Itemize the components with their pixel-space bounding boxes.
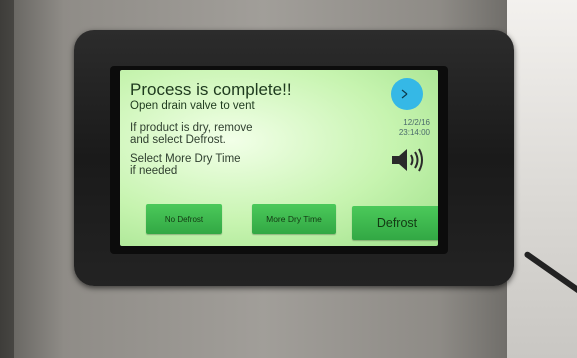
speaker-icon[interactable] [390, 146, 426, 179]
instruction-line-1: If product is dry, remove [130, 122, 253, 134]
status-title: Process is complete!! [130, 80, 292, 99]
instruction-line-2: and select Defrost. [130, 134, 226, 146]
photo-background: Process is complete!! Open drain valve t… [0, 0, 577, 358]
display-bezel: Process is complete!! Open drain valve t… [74, 30, 514, 286]
screen-frame: Process is complete!! Open drain valve t… [110, 66, 448, 254]
more-dry-time-button[interactable]: More Dry Time [252, 204, 336, 234]
status-subtitle: Open drain valve to vent [130, 100, 255, 112]
no-defrost-button[interactable]: No Defrost [146, 204, 222, 234]
date-text: 12/2/16 [403, 118, 430, 127]
defrost-button[interactable]: Defrost [352, 206, 438, 240]
time-text: 23:14:00 [398, 128, 430, 137]
instruction-line-3: Select More Dry Time [130, 153, 241, 165]
clock-icon [391, 78, 423, 110]
date-time: 12/2/16 23:14:00 [399, 118, 430, 138]
instruction-line-4: if needed [130, 165, 178, 177]
touch-screen: Process is complete!! Open drain valve t… [120, 70, 438, 246]
wall [507, 0, 577, 358]
